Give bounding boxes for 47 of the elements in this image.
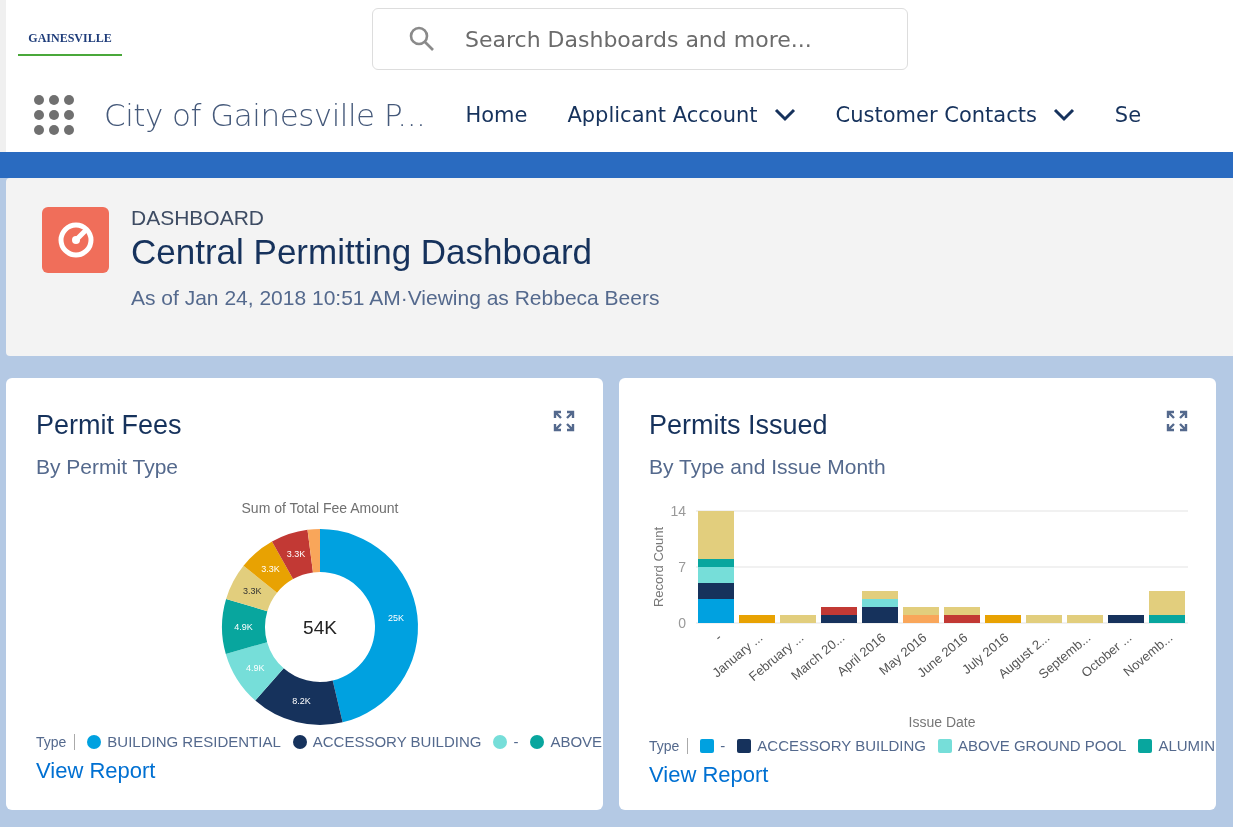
legend-label: - (513, 733, 519, 750)
nav-tab[interactable]: Applicant Account (567, 103, 796, 127)
legend-label: ALUMIN (1158, 737, 1216, 754)
search-field[interactable]: Search Dashboards and more... (372, 8, 908, 70)
slice-label: 3.3K (260, 563, 280, 574)
nav-tab[interactable]: Customer Contacts (835, 103, 1075, 127)
axis-title: Issue Date (908, 714, 975, 730)
expand-icon[interactable] (1166, 410, 1188, 432)
app-launcher-icon[interactable] (34, 95, 74, 135)
dashboard-subtitle: As of Jan 24, 2018 10:51 AM·Viewing as Rebbeca Beers (131, 286, 660, 310)
legend-label: ACCESSORY BUILDING (757, 737, 927, 754)
app-name: City of Gainesville P... (104, 97, 426, 133)
slice-label: 4.9K (233, 621, 253, 632)
card-subtitle: By Permit Type (36, 455, 178, 479)
axis-tick-label: 0 (677, 615, 686, 631)
axis-tick-label: 14 (669, 503, 686, 519)
legend-label: - (720, 737, 726, 754)
slice-label: 4.9K (245, 662, 265, 673)
slice-label: 3.3K (242, 586, 261, 597)
view-report-link[interactable]: View Report (649, 762, 769, 788)
axis-tick-label: - (710, 629, 724, 645)
dashboard-title: Central Permitting Dashboard (131, 232, 594, 272)
axis-title: Record Count (650, 526, 666, 608)
slice-label: 8.2K (291, 696, 311, 707)
nav-tab[interactable]: Se (1114, 103, 1142, 127)
legend-title: Type (649, 737, 689, 754)
card-title: Permit Fees (36, 410, 182, 441)
legend-label: ABOVE (550, 733, 603, 750)
card-title: Permits Issued (649, 410, 828, 441)
legend-label: ACCESSORY BUILDING (312, 733, 482, 750)
total-value: 54K (302, 617, 337, 638)
legend-label: BUILDING RESIDENTIAL (107, 733, 281, 750)
legend-title: Type (36, 733, 76, 750)
view-report-link[interactable]: View Report (36, 758, 156, 784)
slice-label: 3.3K (286, 549, 305, 560)
chart-title: Sum of Total Fee Amount (241, 500, 398, 516)
card-subtitle: By Type and Issue Month (649, 455, 886, 479)
city-logo[interactable]: GAINESVILLE (18, 22, 122, 56)
expand-icon[interactable] (553, 410, 575, 432)
nav-tab[interactable]: Home (465, 103, 528, 127)
search-input[interactable]: Search Dashboards and more... (463, 25, 887, 53)
gauge-icon (42, 207, 109, 273)
page-type-label: DASHBOARD (131, 206, 266, 230)
axis-tick-label: 7 (677, 559, 686, 575)
search-icon (409, 26, 435, 52)
slice-label: 25K (387, 613, 404, 624)
legend-label: ABOVE GROUND POOL (958, 737, 1127, 754)
